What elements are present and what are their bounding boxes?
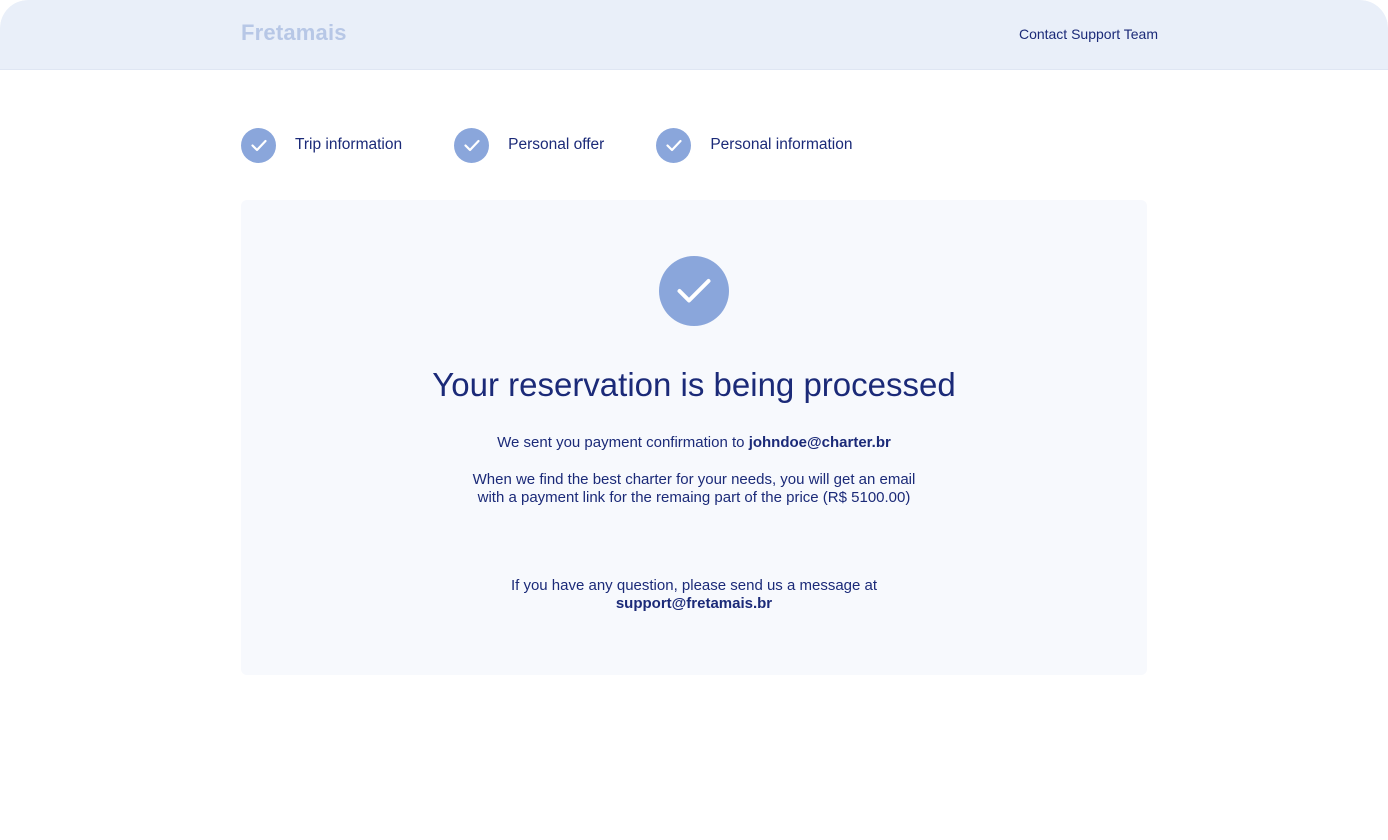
check-icon	[241, 127, 276, 163]
step-personal-offer[interactable]: Personal offer	[454, 127, 605, 163]
payment-confirmation-text: We sent you payment confirmation to john…	[241, 434, 1147, 452]
charter-line-1: When we find the best charter for your n…	[472, 471, 916, 488]
customer-email: johndoe@charter.br	[748, 434, 891, 451]
step-label: Personal offer	[508, 136, 605, 153]
step-personal-information[interactable]: Personal information	[656, 127, 853, 163]
charter-line-2: with a payment link for the remaing part…	[477, 489, 911, 506]
support-email-link[interactable]: support@fretamais.br	[241, 595, 1147, 613]
step-label: Trip information	[295, 136, 403, 153]
header: Fretamais Contact Support Team	[0, 0, 1388, 70]
charter-info-text: When we find the best charter for your n…	[241, 471, 1147, 507]
check-icon	[454, 127, 490, 163]
progress-steps: Trip information Personal offer Personal…	[241, 127, 905, 163]
step-label: Personal information	[710, 136, 853, 153]
page: Fretamais Contact Support Team Trip info…	[0, 0, 1388, 840]
confirmation-card: Your reservation is being processed We s…	[241, 200, 1147, 675]
check-icon	[659, 256, 729, 326]
question-text: If you have any question, please send us…	[510, 577, 878, 594]
confirmation-title: Your reservation is being processed	[432, 366, 956, 403]
check-icon	[656, 127, 692, 163]
sent-text: We sent you payment confirmation to	[497, 434, 745, 451]
logo[interactable]: Fretamais	[241, 20, 347, 46]
step-trip-information[interactable]: Trip information	[241, 127, 403, 163]
contact-support-link[interactable]: Contact Support Team	[1019, 26, 1158, 42]
support-info-text: If you have any question, please send us…	[241, 577, 1147, 613]
